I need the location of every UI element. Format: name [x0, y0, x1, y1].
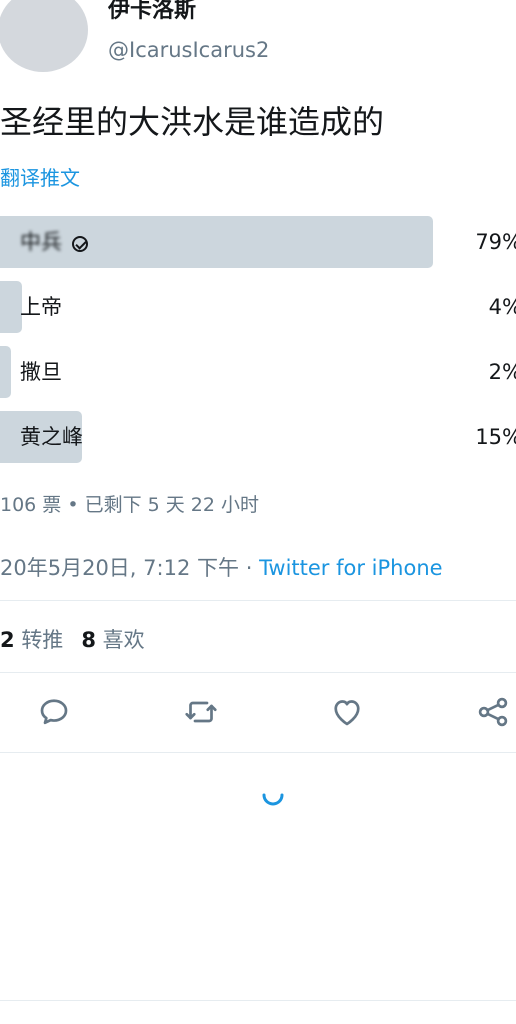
divider: [0, 600, 516, 601]
tweet-text: 圣经里的大洪水是谁造成的: [0, 103, 385, 141]
retweets-stat[interactable]: 2 转推: [0, 628, 63, 652]
poll-option-1: 中兵 79%: [0, 216, 516, 268]
poll-option-4: 黄之峰 15%: [0, 411, 516, 463]
translate-tweet-link[interactable]: 翻译推文: [0, 162, 80, 191]
tweet-source-link[interactable]: Twitter for iPhone: [259, 556, 443, 580]
poll: 中兵 79% 上帝 4% 撒旦 2% 黄之峰 15%: [0, 216, 516, 476]
poll-option-label: 中兵: [20, 216, 88, 268]
poll-option-label: 黄之峰: [20, 425, 83, 449]
poll-option-percent: 79%: [475, 230, 516, 254]
poll-option-percent: 15%: [475, 425, 516, 449]
avatar[interactable]: [0, 0, 88, 72]
poll-option-label: 撒旦: [20, 360, 62, 384]
divider: [0, 752, 516, 753]
poll-bar: [0, 281, 22, 333]
likes-label: 喜欢: [102, 628, 145, 652]
separator-dot: ·: [245, 556, 253, 580]
divider: [0, 1000, 516, 1001]
tweet-stats: 2 转推 8 喜欢: [0, 624, 145, 654]
retweet-icon: [185, 701, 217, 723]
poll-option-3: 撒旦 2%: [0, 346, 516, 398]
retweets-label: 转推: [21, 628, 64, 652]
poll-option-label: 上帝: [20, 295, 62, 319]
retweets-count: 2: [0, 628, 15, 652]
likes-count: 8: [81, 628, 96, 652]
tweet-time[interactable]: 20年5月20日, 7:12 下午: [0, 556, 239, 580]
divider: [0, 672, 516, 673]
loading-spinner-icon: [258, 780, 288, 810]
poll-bar: [0, 346, 11, 398]
poll-option-text: 中兵: [20, 230, 62, 254]
likes-stat[interactable]: 8 喜欢: [81, 628, 144, 652]
reply-button[interactable]: [36, 694, 72, 730]
like-button[interactable]: [329, 694, 365, 730]
check-circle-icon: [72, 236, 88, 252]
poll-option-percent: 2%: [488, 360, 516, 384]
share-icon: [478, 697, 508, 727]
user-handle[interactable]: @IcarusIcarus2: [108, 38, 269, 62]
reply-icon: [40, 699, 68, 725]
share-button[interactable]: [475, 694, 511, 730]
poll-option-percent: 4%: [488, 295, 516, 319]
retweet-button[interactable]: [183, 694, 219, 730]
tweet-timestamp: 20年5月20日, 7:12 下午 · Twitter for iPhone: [0, 552, 443, 582]
poll-meta: 106 票 • 已剩下 5 天 22 小时: [0, 494, 260, 516]
poll-option-2: 上帝 4%: [0, 281, 516, 333]
like-icon: [334, 700, 360, 726]
display-name[interactable]: 伊卡洛斯: [108, 0, 196, 24]
